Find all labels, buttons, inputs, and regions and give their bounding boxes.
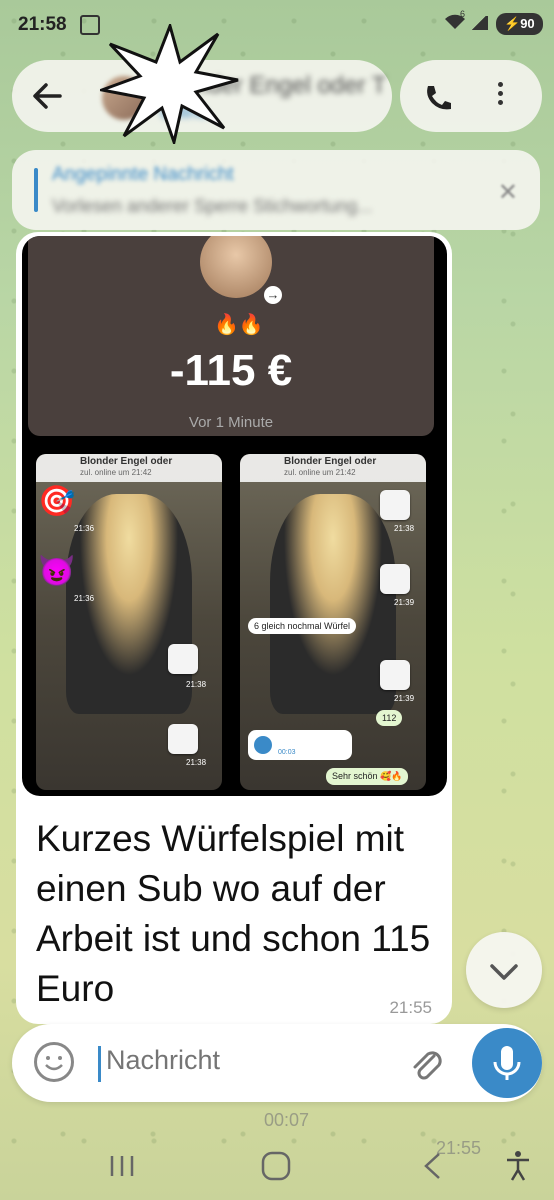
system-navbar bbox=[0, 1132, 554, 1200]
payment-card: → 🔥🔥 -115 € Vor 1 Minute bbox=[28, 236, 434, 436]
more-button[interactable] bbox=[492, 78, 508, 116]
pinned-message[interactable]: Angepinnte Nachricht Vorlesen anderer Sp… bbox=[12, 150, 540, 230]
recents-icon bbox=[110, 1156, 134, 1176]
arrow-left-icon bbox=[33, 83, 62, 109]
dice-icon bbox=[380, 564, 410, 594]
time-stamp: 21:39 bbox=[394, 694, 415, 703]
censor-burst bbox=[100, 24, 239, 144]
embedded-name: Blonder Engel oder bbox=[80, 456, 173, 467]
payment-amount: -115 € bbox=[169, 346, 293, 395]
play-icon bbox=[254, 736, 272, 754]
embedded-message: 112 bbox=[376, 710, 403, 726]
arrow-right-icon: → bbox=[264, 286, 282, 304]
signal-icon bbox=[470, 16, 488, 30]
dice-icon bbox=[168, 724, 198, 754]
dice-icon bbox=[380, 490, 410, 520]
attach-button[interactable] bbox=[404, 1042, 448, 1086]
embedded-name: Blonder Engel oder bbox=[284, 456, 377, 467]
emoji-button[interactable] bbox=[34, 1042, 74, 1082]
header-actions bbox=[400, 60, 542, 132]
scroll-down-button[interactable] bbox=[466, 932, 542, 1008]
embedded-message: Sehr schön 🥰🔥 bbox=[326, 768, 409, 785]
message-composer bbox=[12, 1024, 542, 1102]
text-caret bbox=[98, 1046, 101, 1082]
time-stamp: 21:36 bbox=[74, 594, 95, 603]
photo-person bbox=[270, 494, 396, 714]
fire-emoji: 🔥🔥 bbox=[214, 314, 264, 336]
payment-time: Vor 1 Minute bbox=[188, 414, 274, 431]
embedded-message: 6 gleich nochmal Würfel bbox=[248, 618, 357, 634]
chevron-down-icon bbox=[490, 964, 518, 980]
dice-icon bbox=[380, 660, 410, 690]
time-stamp: 21:38 bbox=[186, 758, 207, 767]
recents-button[interactable] bbox=[102, 1146, 142, 1186]
voice-duration: 00:03 bbox=[278, 749, 296, 756]
call-button[interactable] bbox=[420, 80, 456, 116]
status-time: 21:58 bbox=[18, 14, 67, 35]
home-button[interactable] bbox=[256, 1146, 296, 1186]
pinned-title: Angepinnte Nachricht bbox=[52, 164, 234, 185]
pinned-text: Vorlesen anderer Sperre Stichwortung... bbox=[52, 196, 373, 216]
status-bar: 21:58 6 ⚡90 bbox=[0, 0, 554, 52]
time-stamp: 21:36 bbox=[74, 524, 95, 533]
wifi-icon: 6 bbox=[444, 9, 466, 36]
voice-message: 00:03 bbox=[248, 730, 352, 760]
more-vertical-icon bbox=[497, 82, 503, 87]
back-nav-button[interactable] bbox=[414, 1146, 454, 1186]
message-input[interactable] bbox=[104, 1044, 408, 1077]
phone-icon bbox=[427, 86, 451, 110]
devil-emoji: 😈 bbox=[38, 555, 76, 588]
message-image[interactable]: → 🔥🔥 -115 € Vor 1 Minute Blonder Engel o… bbox=[22, 236, 447, 796]
microphone-icon bbox=[493, 1046, 521, 1080]
screenshot-icon bbox=[80, 15, 100, 35]
chevron-left-icon bbox=[424, 1153, 440, 1179]
dice-icon bbox=[168, 644, 198, 674]
embedded-screenshot-right: Blonder Engel oder zul. online um 21:42 … bbox=[240, 454, 426, 790]
smiley-icon bbox=[45, 1056, 63, 1071]
message-time: 21:55 bbox=[389, 998, 432, 1017]
embedded-header: Blonder Engel oder zul. online um 21:42 bbox=[36, 454, 222, 482]
message-bubble[interactable]: → 🔥🔥 -115 € Vor 1 Minute Blonder Engel o… bbox=[16, 232, 452, 1024]
message-text: Kurzes Würfelspiel mit einen Sub wo auf … bbox=[36, 818, 431, 1009]
pinned-indicator bbox=[34, 168, 38, 212]
battery-indicator: ⚡90 bbox=[496, 13, 543, 35]
embedded-status: zul. online um 21:42 bbox=[80, 468, 152, 477]
back-button[interactable] bbox=[26, 74, 70, 118]
wifi-badge: 6 bbox=[460, 9, 466, 19]
battery-level: 90 bbox=[520, 16, 535, 31]
accessibility-icon bbox=[507, 1151, 529, 1181]
embedded-status: zul. online um 21:42 bbox=[284, 468, 356, 477]
microphone-button[interactable] bbox=[472, 1028, 542, 1098]
target-emoji: 🎯 bbox=[38, 485, 76, 518]
time-stamp: 21:39 bbox=[394, 598, 415, 607]
paperclip-icon bbox=[413, 1051, 442, 1080]
time-stamp: 21:38 bbox=[394, 524, 415, 533]
embedded-screenshot-left: Blonder Engel oder zul. online um 21:42 … bbox=[36, 454, 222, 790]
embedded-header: Blonder Engel oder zul. online um 21:42 bbox=[240, 454, 426, 482]
home-icon bbox=[261, 1151, 291, 1181]
time-stamp: 21:38 bbox=[186, 680, 207, 689]
close-icon[interactable]: ✕ bbox=[498, 178, 518, 207]
payment-avatar bbox=[200, 236, 272, 298]
background-time: 00:07 bbox=[264, 1110, 310, 1130]
accessibility-button[interactable] bbox=[498, 1146, 538, 1186]
